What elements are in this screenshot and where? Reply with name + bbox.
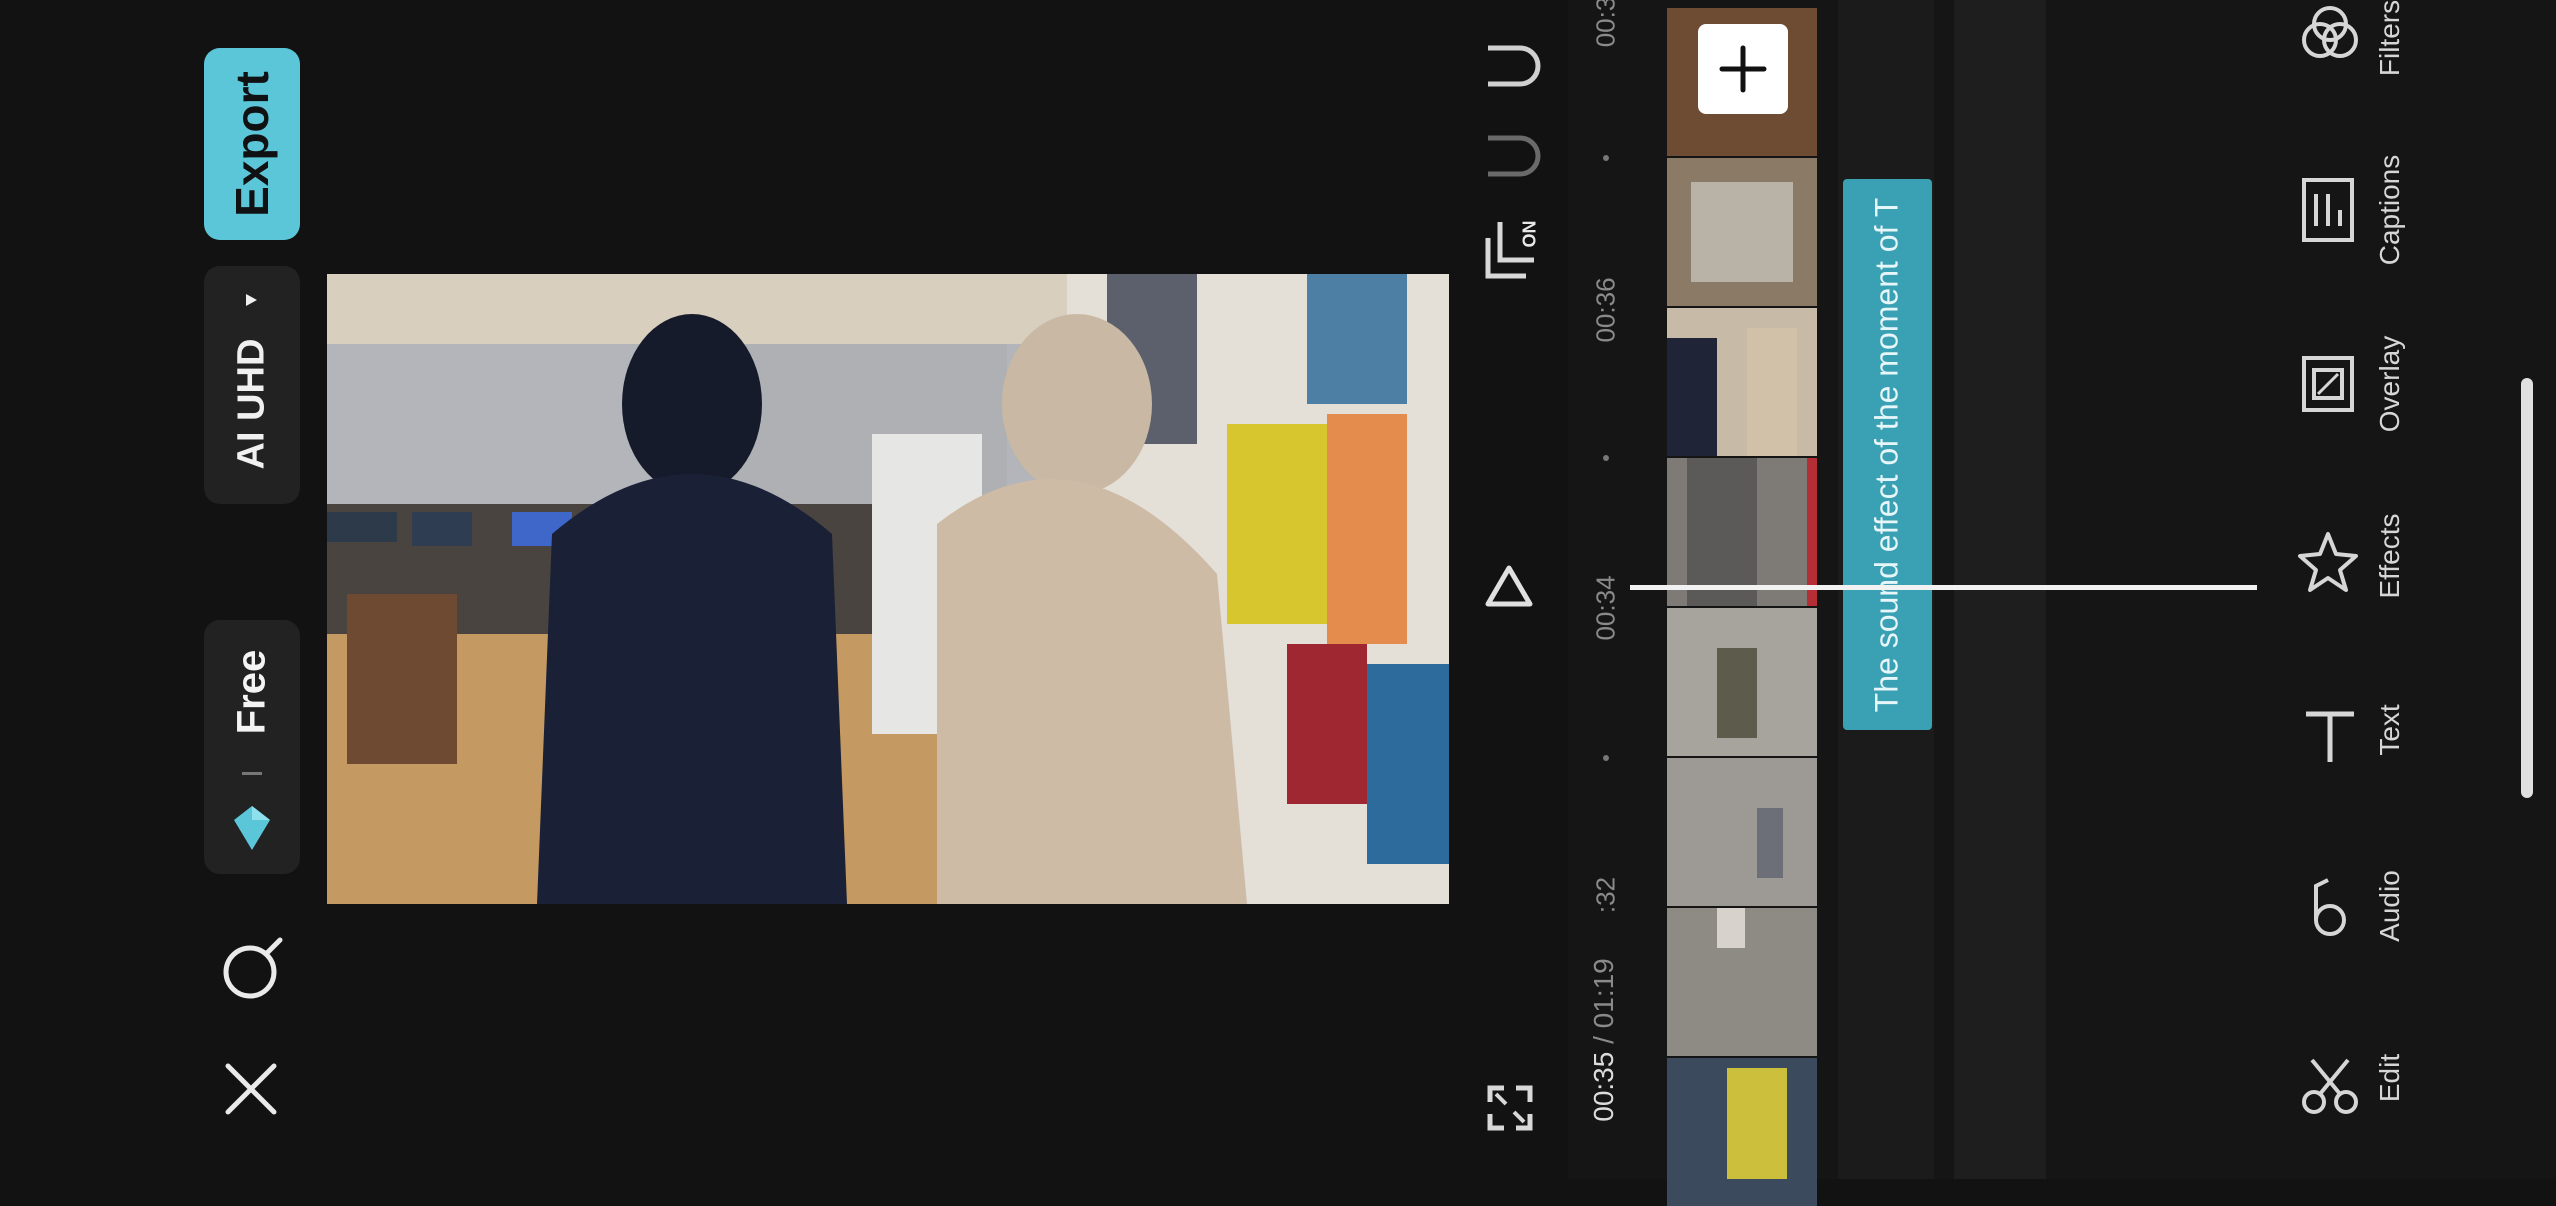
redo-icon[interactable] — [1480, 132, 1542, 182]
chevron-down-icon — [242, 562, 262, 582]
resolution-selector[interactable]: AI UHD — [204, 266, 300, 504]
add-clip-button[interactable] — [1698, 24, 1788, 114]
tick-label: 00:36 — [1590, 277, 1621, 343]
audio-icon — [2314, 878, 2346, 936]
tool-label-edit: Edit — [2374, 1053, 2405, 1103]
divider — [242, 772, 262, 775]
tool-label-filters: Filters — [2374, 0, 2405, 77]
free-label: Free — [229, 649, 274, 735]
clip-thumbnail[interactable] — [1667, 908, 1817, 1056]
clip-thumbnail[interactable] — [1667, 458, 1817, 606]
video-frame — [327, 274, 1449, 904]
export-label: Export — [226, 71, 278, 217]
sync-toggle-label: ON — [1519, 220, 1540, 248]
text-icon — [2306, 711, 2354, 762]
caption-clip[interactable]: The sound effect of the moment of T — [1843, 179, 1932, 730]
clip-thumbnail[interactable] — [1667, 158, 1817, 306]
resolution-label: AI UHD — [230, 338, 273, 470]
tool-label-overlay: Overlay — [2374, 335, 2405, 433]
tool-label-captions: Captions — [2374, 154, 2405, 266]
clip-thumbnail[interactable] — [1667, 758, 1817, 906]
plus-icon — [1719, 45, 1767, 93]
tick-label: :32 — [1590, 876, 1621, 914]
overlay-icon — [2302, 356, 2354, 412]
filters-icon — [2302, 6, 2358, 58]
video-preview[interactable] — [327, 274, 1449, 904]
dropdown-caret-icon — [246, 294, 257, 306]
effects-icon — [2298, 532, 2358, 592]
tick-label: 00:34 — [1590, 575, 1621, 641]
tick-dot — [1603, 755, 1609, 761]
clip-thumbnail[interactable] — [1667, 1058, 1817, 1206]
close-icon[interactable] — [222, 1060, 280, 1118]
tick-label: 00:3 — [1590, 0, 1621, 48]
toolbar-scrollbar[interactable] — [2521, 378, 2533, 798]
tool-label-audio: Audio — [2374, 870, 2405, 942]
play-icon[interactable] — [1484, 562, 1534, 610]
current-time: 00:35 — [1588, 1051, 1619, 1122]
fullscreen-icon[interactable] — [1486, 1084, 1534, 1132]
total-time: 01:19 — [1588, 958, 1619, 1029]
search-icon[interactable] — [218, 934, 286, 1002]
clip-thumbnail[interactable] — [1667, 608, 1817, 756]
undo-icon[interactable] — [1480, 42, 1542, 92]
timecode: 00:35 / 01:19 — [1588, 958, 1619, 1122]
clip-thumbnail[interactable] — [1667, 308, 1817, 456]
captions-icon — [2302, 178, 2354, 242]
export-button[interactable]: Export — [204, 48, 300, 240]
pro-gem-icon — [234, 806, 270, 850]
tick-dot — [1603, 455, 1609, 461]
free-trial-badge[interactable]: Free — [204, 620, 300, 874]
tick-dot — [1603, 155, 1609, 161]
tool-label-effects: Effects — [2374, 513, 2405, 599]
caption-clip-text: The sound effect of the moment of T — [1868, 197, 1905, 713]
playhead[interactable] — [1630, 585, 2257, 590]
edit-icon — [2302, 1058, 2358, 1114]
tool-label-text: Text — [2374, 704, 2405, 756]
